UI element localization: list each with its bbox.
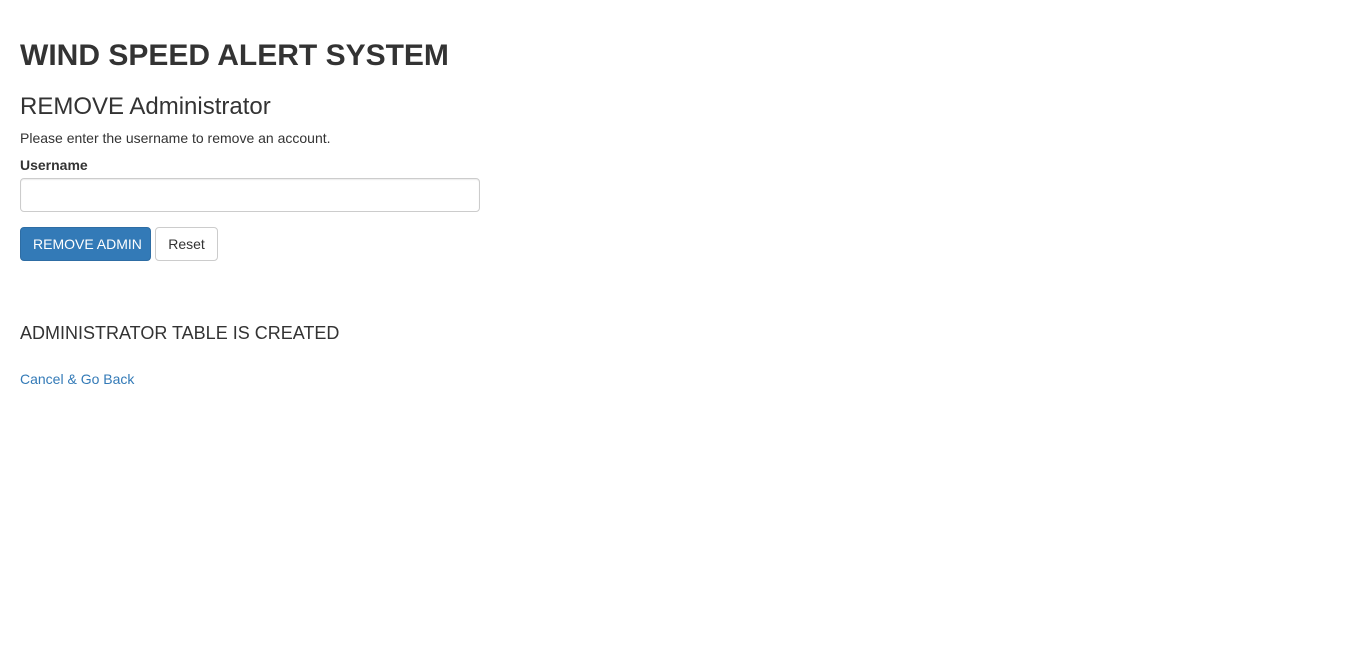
form-instructions: Please enter the username to remove an a…	[20, 130, 331, 146]
username-label: Username	[20, 157, 88, 173]
section-title: REMOVE Administrator	[20, 93, 271, 120]
page-container: WIND SPEED ALERT SYSTEM REMOVE Administr…	[0, 0, 1366, 654]
remove-admin-button[interactable]: REMOVE ADMIN	[20, 227, 151, 261]
page-title: WIND SPEED ALERT SYSTEM	[20, 39, 449, 72]
reset-button[interactable]: Reset	[155, 227, 218, 261]
cancel-go-back-link[interactable]: Cancel & Go Back	[20, 370, 134, 388]
username-input[interactable]	[20, 178, 480, 212]
status-message: ADMINISTRATOR TABLE IS CREATED	[20, 323, 340, 343]
